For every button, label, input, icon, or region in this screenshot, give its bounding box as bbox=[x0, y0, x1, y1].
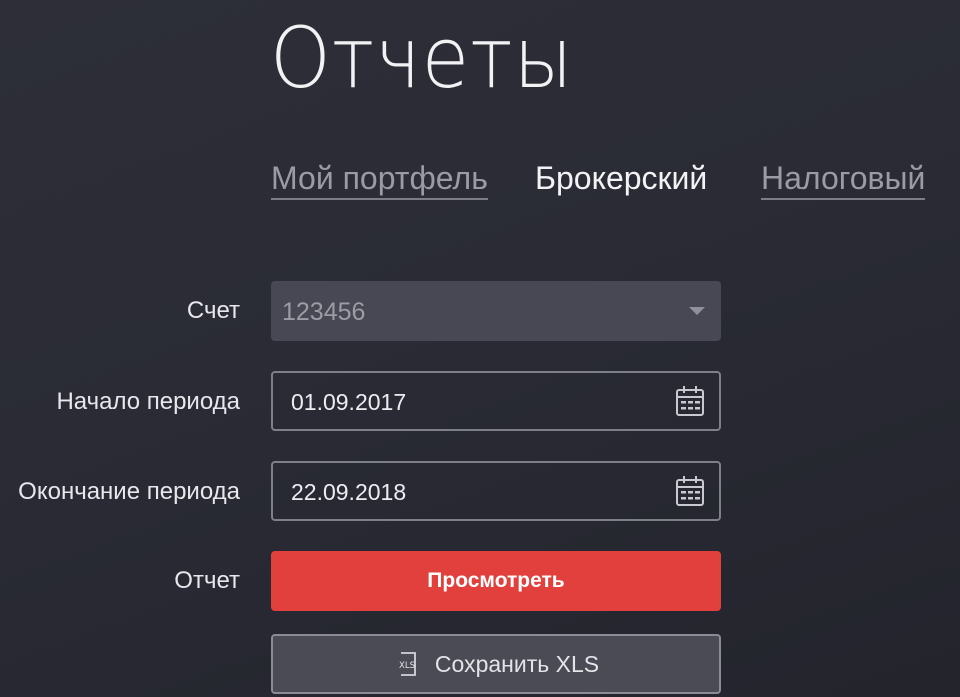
xls-file-icon: XLS bbox=[399, 652, 416, 676]
report-type-tabs: Мой портфель Брокерский Налоговый bbox=[0, 160, 960, 202]
calendar-icon[interactable] bbox=[675, 385, 705, 417]
tab-my-portfolio[interactable]: Мой портфель bbox=[271, 160, 488, 200]
page-title: Отчеты bbox=[270, 9, 574, 107]
account-label: Счет bbox=[186, 297, 240, 324]
end-period-value: 22.09.2018 bbox=[291, 479, 407, 505]
report-label: Отчет bbox=[174, 567, 240, 594]
view-report-button-label: Просмотреть bbox=[427, 569, 565, 592]
start-period-value: 01.09.2017 bbox=[291, 389, 407, 415]
start-period-field[interactable]: 01.09.2017 bbox=[271, 371, 721, 431]
end-period-label: Окончание периода bbox=[18, 478, 240, 505]
chevron-down-icon bbox=[689, 307, 705, 315]
tab-broker[interactable]: Брокерский bbox=[535, 160, 707, 196]
account-select[interactable]: 123456 bbox=[271, 281, 721, 341]
view-report-button[interactable]: Просмотреть bbox=[271, 551, 721, 611]
calendar-icon[interactable] bbox=[675, 475, 705, 507]
start-period-label: Начало периода bbox=[56, 388, 240, 415]
save-xls-button[interactable]: XLS Сохранить XLS bbox=[271, 634, 721, 694]
xls-icon-text: XLS bbox=[399, 661, 415, 671]
save-xls-button-label: Сохранить XLS bbox=[434, 651, 600, 677]
save-xls-button-content: XLS Сохранить XLS bbox=[273, 636, 719, 692]
account-select-value: 123456 bbox=[282, 298, 366, 326]
end-period-field[interactable]: 22.09.2018 bbox=[271, 461, 721, 521]
tab-tax[interactable]: Налоговый bbox=[761, 160, 926, 200]
